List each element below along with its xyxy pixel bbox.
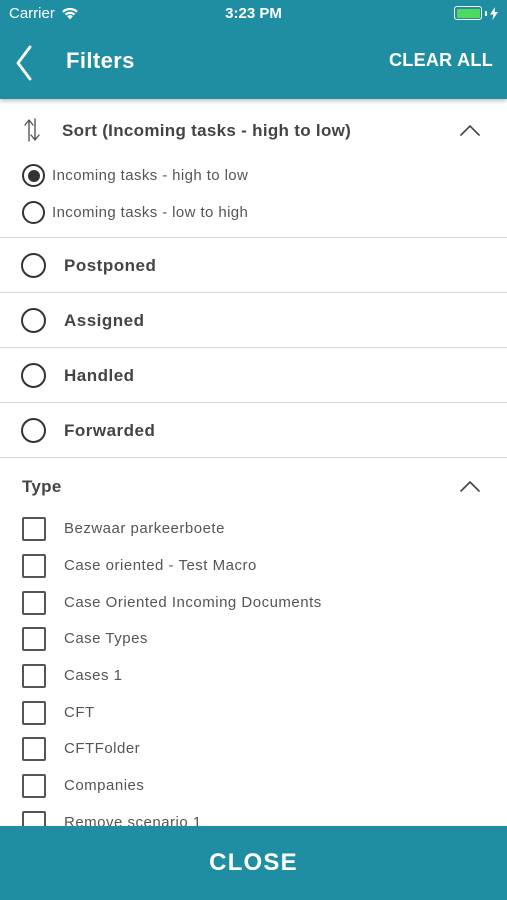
type-item-label: Companies <box>64 777 145 794</box>
page-title: Filters <box>66 48 135 73</box>
type-item-label: Remove scenario 1 <box>64 814 202 826</box>
type-item-label: Bezwaar parkeerboete <box>64 520 225 537</box>
filter-row-handled[interactable]: Handled <box>0 347 507 402</box>
back-chevron-icon[interactable] <box>10 43 44 83</box>
radio-button[interactable] <box>21 308 46 333</box>
battery-icon <box>454 6 498 20</box>
charging-bolt-icon <box>490 6 498 20</box>
type-item-label: CFTFolder <box>64 740 141 757</box>
type-section-header[interactable]: Type <box>0 457 507 512</box>
type-item-label: Case oriented - Test Macro <box>64 557 257 574</box>
sort-section-title: Sort (Incoming tasks - high to low) <box>62 121 352 140</box>
checkbox[interactable] <box>22 627 46 651</box>
radio-button-selected[interactable] <box>22 164 45 187</box>
chevron-up-icon[interactable] <box>459 123 481 137</box>
filter-label: Forwarded <box>64 421 156 440</box>
checkbox[interactable] <box>22 554 46 578</box>
checkbox[interactable] <box>22 517 46 541</box>
filter-list[interactable]: Sort (Incoming tasks - high to low) Inco… <box>0 99 507 826</box>
radio-button[interactable] <box>21 253 46 278</box>
filter-label: Assigned <box>64 311 145 330</box>
filter-row-postponed[interactable]: Postponed <box>0 237 507 292</box>
type-item[interactable]: Case Types <box>0 621 507 658</box>
type-item[interactable]: Bezwaar parkeerboete <box>0 511 507 548</box>
type-item[interactable]: Case Oriented Incoming Documents <box>0 585 507 622</box>
checkbox[interactable] <box>22 591 46 615</box>
radio-button[interactable] <box>22 201 45 224</box>
type-section-title: Type <box>22 477 62 496</box>
type-item-label: Case Types <box>64 630 148 647</box>
type-item-label: Case Oriented Incoming Documents <box>64 594 322 611</box>
filter-label: Handled <box>64 366 135 385</box>
type-item[interactable]: CFT <box>0 695 507 732</box>
checkbox[interactable] <box>22 737 46 761</box>
checkbox[interactable] <box>22 664 46 688</box>
sort-option-label: Incoming tasks - low to high <box>52 204 249 221</box>
filter-row-assigned[interactable]: Assigned <box>0 292 507 347</box>
status-time: 3:23 PM <box>225 5 282 22</box>
type-item[interactable]: Cases 1 <box>0 658 507 695</box>
checkbox[interactable] <box>22 774 46 798</box>
top-bar: Carrier 3:23 PM Filters CLEAR ALL <box>0 0 507 99</box>
status-bar: Carrier 3:23 PM <box>0 0 507 28</box>
close-button-label: CLOSE <box>209 849 298 876</box>
filter-row-forwarded[interactable]: Forwarded <box>0 402 507 457</box>
checkbox[interactable] <box>22 811 46 826</box>
close-button[interactable]: CLOSE <box>0 826 507 900</box>
navigation-bar: Filters CLEAR ALL <box>0 28 507 99</box>
type-item-label: Cases 1 <box>64 667 123 684</box>
checkbox[interactable] <box>22 701 46 725</box>
type-item-label: CFT <box>64 704 95 721</box>
clear-all-button[interactable]: CLEAR ALL <box>389 50 493 71</box>
chevron-up-icon[interactable] <box>459 479 481 493</box>
type-item[interactable]: Companies <box>0 768 507 805</box>
radio-button[interactable] <box>21 363 46 388</box>
type-item[interactable]: Case oriented - Test Macro <box>0 548 507 585</box>
sort-arrows-icon <box>24 118 40 142</box>
type-item[interactable]: CFTFolder <box>0 731 507 768</box>
sort-section-header[interactable]: Sort (Incoming tasks - high to low) <box>0 99 507 159</box>
radio-button[interactable] <box>21 418 46 443</box>
filter-label: Postponed <box>64 256 157 275</box>
sort-option-label: Incoming tasks - high to low <box>52 167 249 184</box>
type-item[interactable]: Remove scenario 1 <box>0 805 507 826</box>
